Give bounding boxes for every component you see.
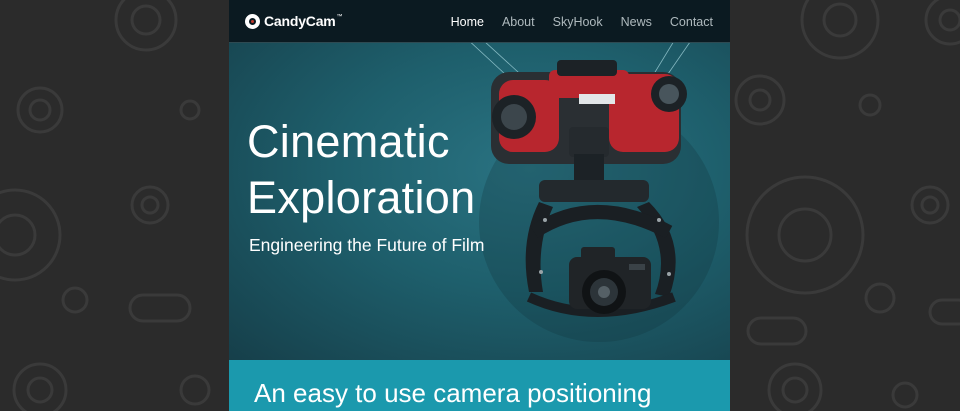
hero-section: Cinematic Exploration Engineering the Fu…	[229, 42, 730, 360]
brand-logo[interactable]: CandyCam ™	[245, 11, 343, 31]
nav-link-contact[interactable]: Contact	[670, 15, 713, 29]
trademark-symbol: ™	[336, 14, 343, 20]
hero-subheadline: Engineering the Future of Film	[249, 235, 485, 255]
website-frame: CandyCam ™ Home About SkyHook News Conta…	[229, 0, 730, 411]
brand-name: CandyCam	[264, 13, 336, 29]
candycam-logo-icon	[245, 13, 260, 29]
nav-link-home[interactable]: Home	[451, 15, 484, 29]
main-nav: Home About SkyHook News Contact	[433, 15, 713, 29]
nav-link-news[interactable]: News	[621, 15, 652, 29]
nav-link-about[interactable]: About	[502, 15, 535, 29]
feature-band: An easy to use camera positioning	[229, 360, 730, 411]
nav-link-skyhook[interactable]: SkyHook	[553, 15, 603, 29]
feature-band-text: An easy to use camera positioning	[254, 378, 652, 408]
top-navigation-bar: CandyCam ™ Home About SkyHook News Conta…	[229, 0, 730, 43]
headline-line-1: Cinematic	[247, 116, 450, 167]
hero-headline: Cinematic Exploration	[247, 114, 527, 226]
headline-line-2: Exploration	[247, 172, 476, 223]
